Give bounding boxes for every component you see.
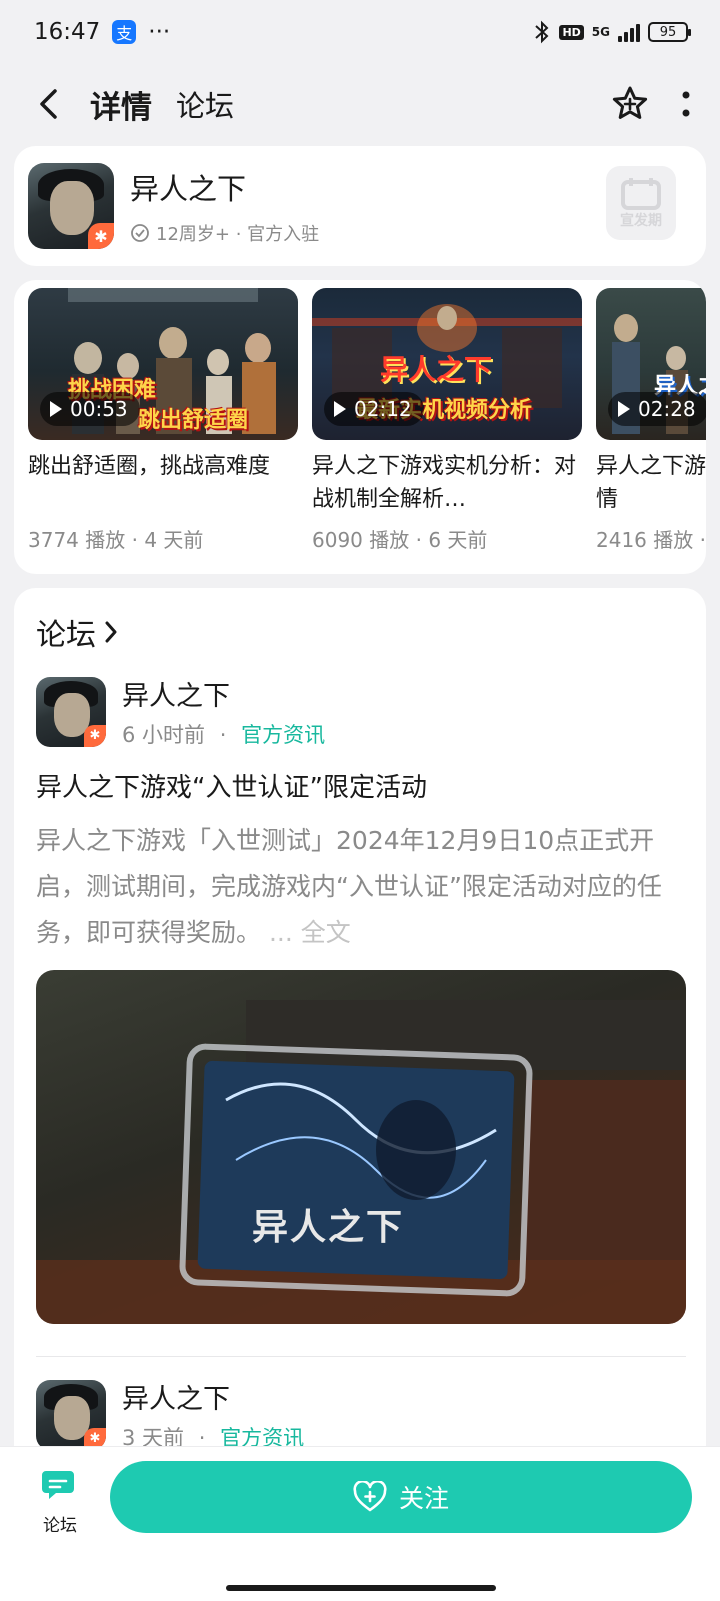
tab-forum[interactable]: 论坛: [176, 83, 234, 125]
app-screen: 16:47 支 ··· HD 5G 95 详情 论坛 ✱ 异人之下 12周岁+ …: [0, 0, 720, 1601]
status-bar: 16:47 支 ··· HD 5G 95: [0, 0, 720, 64]
battery-icon: 95: [648, 22, 691, 42]
forum-post[interactable]: ✱ 异人之下 6 小时前 · 官方资讯 异人之下游戏“入世认证”限定活动 异人之…: [36, 674, 686, 1357]
heart-plus-icon: [353, 1481, 387, 1512]
video-carousel: 挑战困难 跳出舒适圈 00:53 跳出舒适圈，挑战高难度 3774 播放 · 4…: [14, 280, 706, 574]
favorite-star-icon[interactable]: [610, 84, 650, 124]
post-author[interactable]: 异人之下: [122, 1377, 304, 1416]
play-icon: [618, 401, 630, 417]
play-icon: [334, 401, 346, 417]
bottom-action-bar: 论坛 关注: [0, 1446, 720, 1601]
game-meta: 12周岁+ · 官方入驻: [156, 224, 320, 245]
video-title: 跳出舒适圈，挑战高难度: [28, 454, 271, 479]
video-duration-badge: 02:28: [608, 392, 706, 426]
post-time: 6 小时前: [122, 723, 206, 747]
game-badge-icon: ✱: [88, 223, 114, 249]
alipay-icon: 支: [112, 20, 137, 44]
release-stage-badge: 宣发期: [606, 166, 676, 240]
video-item[interactable]: 异人之下 最新实机视频分析 02:12 异人之下游戏实机分析：对战机制全解析… …: [312, 288, 582, 553]
forum-nav-button[interactable]: 论坛: [30, 1467, 90, 1536]
video-duration-badge: 02:12: [324, 392, 424, 426]
divider: [36, 1356, 686, 1357]
video-title: 异人之下游戏实机解析！剧情: [596, 454, 706, 512]
video-duration: 02:12: [354, 397, 412, 421]
game-icon: ✱: [28, 163, 114, 249]
post-tag[interactable]: 官方资讯: [241, 723, 325, 747]
post-title: 异人之下游戏“入世认证”限定活动: [36, 773, 427, 803]
video-duration: 00:53: [70, 397, 128, 421]
status-time: 16:47: [34, 19, 101, 45]
tab-details[interactable]: 详情: [86, 82, 156, 129]
release-stage-label: 宣发期: [620, 213, 662, 229]
video-item[interactable]: 挑战困难 跳出舒适圈 00:53 跳出舒适圈，挑战高难度 3774 播放 · 4…: [28, 288, 298, 553]
forum-nav-label: 论坛: [43, 1516, 77, 1536]
read-more-link[interactable]: ... 全文: [269, 918, 351, 947]
check-circle-icon: [131, 224, 149, 242]
video-overlay-text: 跳出舒适圈: [138, 408, 249, 433]
post-author[interactable]: 异人之下: [122, 674, 325, 713]
avatar[interactable]: ✱: [36, 1379, 106, 1450]
video-duration: 02:28: [638, 397, 696, 421]
video-thumbnail: 挑战困难 跳出舒适圈 00:53: [28, 288, 298, 440]
meta-separator: ·: [219, 723, 227, 747]
video-title: 异人之下游戏实机分析：对战机制全解析…: [312, 454, 577, 512]
more-vertical-icon[interactable]: [680, 87, 692, 121]
video-duration-badge: 00:53: [40, 392, 140, 426]
bluetooth-icon: [535, 20, 549, 44]
post-body: 异人之下游戏「入世测试」2024年12月9日10点正式开启，测试期间，完成游戏内…: [36, 818, 686, 956]
signal-icon: [618, 22, 640, 42]
video-meta: 6090 播放 · 6 天前: [312, 528, 488, 552]
follow-button[interactable]: 关注: [110, 1461, 692, 1533]
avatar[interactable]: ✱: [36, 676, 106, 747]
top-nav: 详情 论坛: [0, 74, 720, 134]
hd-icon: HD: [559, 24, 584, 40]
forum-post[interactable]: ✱ 异人之下 3 天前 · 官方资讯: [36, 1377, 686, 1452]
chevron-right-icon: [105, 621, 117, 643]
follow-label: 关注: [398, 1484, 449, 1513]
forum-heading: 论坛: [36, 618, 96, 653]
post-image-caption: 异人之下: [252, 1207, 405, 1248]
game-info-card[interactable]: ✱ 异人之下 12周岁+ · 官方入驻 宣发期: [14, 146, 706, 266]
home-indicator[interactable]: [226, 1585, 496, 1591]
video-thumbnail: 异人之 02:28: [596, 288, 706, 440]
game-title: 异人之下: [130, 172, 247, 206]
back-button[interactable]: [28, 84, 68, 124]
post-image[interactable]: 异人之下: [36, 970, 686, 1324]
network-type: 5G: [591, 25, 610, 39]
calendar-icon: [621, 178, 661, 210]
video-meta: 2416 播放 ·: [596, 528, 706, 552]
video-thumbnail: 异人之下 最新实机视频分析 02:12: [312, 288, 582, 440]
back-icon: [40, 89, 57, 119]
more-notifications-icon: ···: [148, 19, 171, 45]
battery-level: 95: [659, 24, 677, 40]
video-item[interactable]: 异人之 02:28 异人之下游戏实机解析！剧情 2416 播放 ·: [596, 288, 706, 553]
video-overlay-text: 异人之下: [380, 353, 493, 386]
forum-heading-link[interactable]: 论坛: [36, 610, 686, 654]
forum-chat-icon: [42, 1471, 74, 1499]
play-icon: [50, 401, 62, 417]
game-badge-icon: ✱: [84, 724, 106, 747]
video-meta: 3774 播放 · 4 天前: [28, 528, 204, 552]
